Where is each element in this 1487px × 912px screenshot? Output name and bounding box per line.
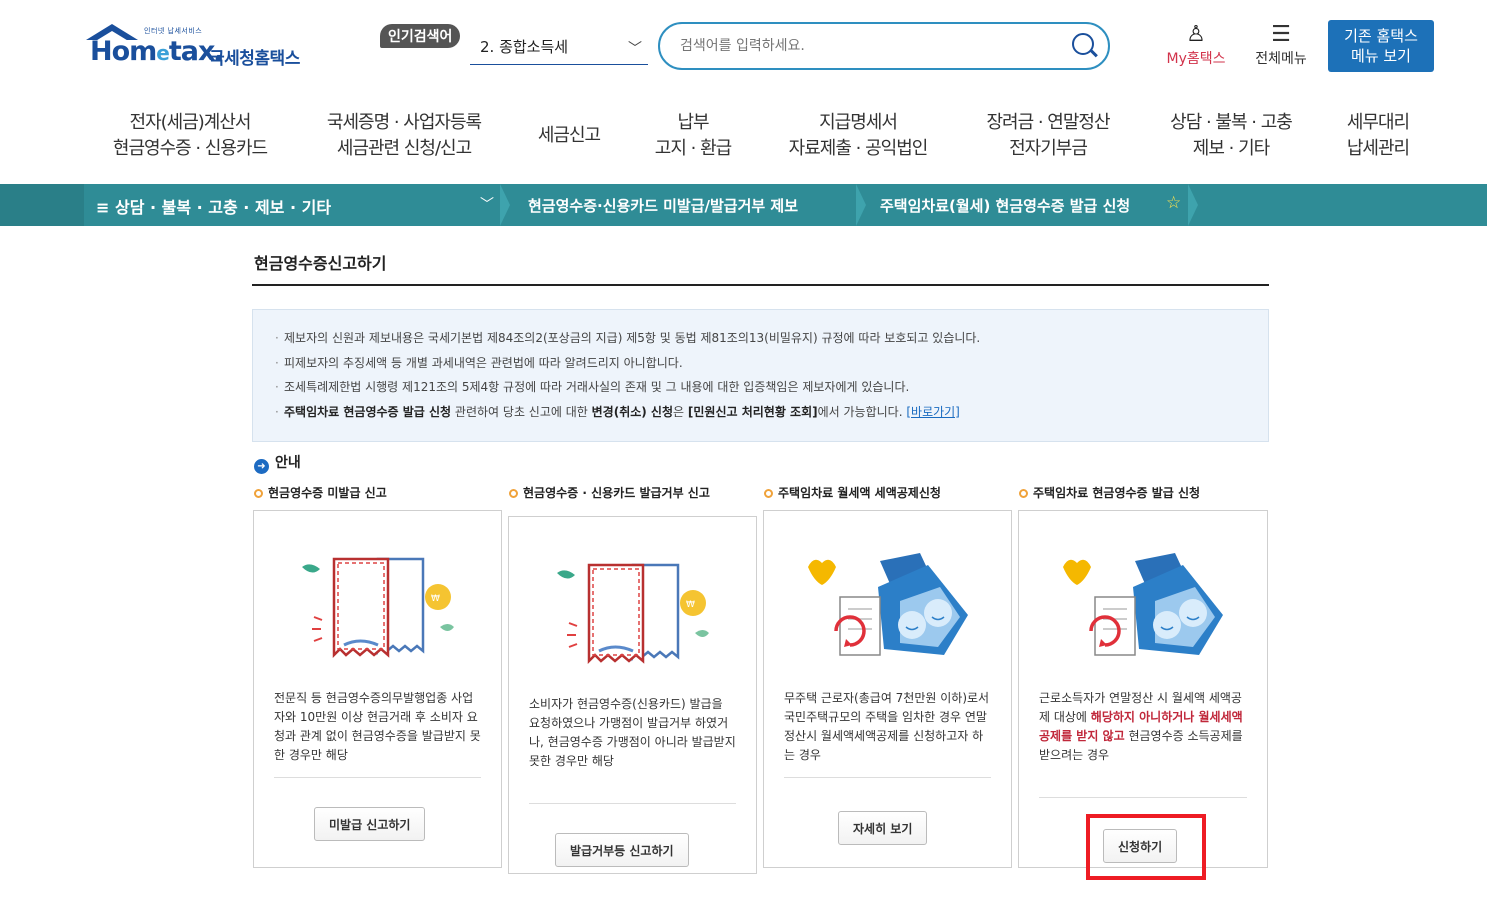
receipt-illustration-icon: ₩ bbox=[557, 563, 709, 665]
card-title-refusal: 현금영수증 · 신용카드 발급거부 신고 bbox=[509, 486, 747, 500]
page-title: 현금영수증신고하기 bbox=[254, 254, 387, 273]
breadcrumb-level1[interactable]: ≡ 상담 · 불복 · 고충 · 제보 · 기타 bbox=[96, 194, 331, 218]
refusal-report-button[interactable]: 발급거부등 신고하기 bbox=[555, 833, 689, 867]
card-description: 소비자가 현금영수증(신용카드) 발급을 요청하였으나 가맹점이 발급거부 하였… bbox=[529, 697, 736, 768]
bullet-icon bbox=[764, 489, 773, 498]
popular-search-select[interactable]: 2. 종합소득세 ﹀ bbox=[470, 30, 648, 65]
gnb-item-incentive[interactable]: 장려금 · 연말정산 전자기부금 bbox=[978, 110, 1118, 162]
card-title-rent-credit: 주택임차료 월세액 세액공제신청 bbox=[764, 486, 1004, 500]
gnb-item-tax-report[interactable]: 세금신고 bbox=[528, 123, 610, 149]
old-hometax-menu-button[interactable]: 기존 홈택스 메뉴 보기 bbox=[1328, 20, 1434, 72]
house-illustration-icon bbox=[1063, 553, 1223, 656]
breadcrumb-separator bbox=[856, 184, 866, 226]
gnb-item-consultation[interactable]: 상담 · 불복 · 고충 제보 · 기타 bbox=[1158, 110, 1304, 162]
chevron-down-icon: ﹀ bbox=[628, 41, 642, 57]
breadcrumb-separator bbox=[1188, 184, 1198, 226]
card-refusal-report: ₩ 소비자가 현금영수증(신용카드) 발급을 요청하였으나 가맹점이 발급거부 … bbox=[508, 516, 757, 874]
guide-heading: ➜ 안내 bbox=[254, 452, 301, 474]
search-icon[interactable] bbox=[1072, 33, 1094, 55]
view-details-button[interactable]: 자세히 보기 bbox=[838, 811, 928, 845]
arrow-circle-icon: ➜ bbox=[254, 459, 269, 474]
gnb-item-payment[interactable]: 납부 고지 · 환급 bbox=[640, 110, 746, 162]
title-divider bbox=[252, 284, 1269, 286]
card-description: 무주택 근로자(총급여 7천만원 이하)로서 국민주택규모의 주택을 임차한 경… bbox=[784, 691, 990, 762]
all-menu-button[interactable]: ☰ 전체메뉴 bbox=[1248, 24, 1314, 68]
user-icon: ♙ bbox=[1186, 22, 1206, 47]
hamburger-icon: ☰ bbox=[1271, 22, 1291, 47]
notice-item: 조세특례제한법 시행령 제121조의 5제4항 규정에 따라 거래사실의 존재 … bbox=[275, 375, 1268, 400]
my-hometax-button[interactable]: ♙ My홈택스 bbox=[1158, 24, 1234, 68]
bullet-icon bbox=[254, 489, 263, 498]
shortcut-link[interactable]: [바로가기] bbox=[906, 405, 960, 419]
popular-search-badge: 인기검색어 bbox=[380, 24, 461, 48]
gnb-item-einvoice[interactable]: 전자(세금)계산서 현금영수증 · 신용카드 bbox=[104, 110, 276, 162]
breadcrumb: ≡ 상담 · 불복 · 고충 · 제보 · 기타 ﹀ 현금영수증·신용카드 미발… bbox=[0, 184, 1487, 226]
gnb-item-statement[interactable]: 지급명세서 자료제출 · 공익법인 bbox=[780, 110, 936, 162]
card-title-unissued: 현금영수증 미발급 신고 bbox=[254, 486, 494, 500]
card-unissued-report: ₩ 전문직 등 현금영수증의무발행업종 사업자와 10만원 이상 현금거래 후 … bbox=[253, 510, 502, 868]
card-title-rent-receipt: 주택임차료 현금영수증 발급 신청 bbox=[1019, 486, 1269, 500]
logo-brand: Hometax. bbox=[90, 36, 225, 67]
search-input[interactable] bbox=[678, 34, 1062, 58]
logo-tagline: 인터넷 납세서비스 bbox=[144, 27, 203, 35]
notice-item: 주택임차료 현금영수증 발급 신청 관련하여 당초 신고에 대한 변경(취소) … bbox=[275, 400, 1268, 425]
notice-box: 제보자의 신원과 제보내용은 국세기본법 제84조의2(포상금의 지급) 제5항… bbox=[252, 309, 1269, 442]
unissued-report-button[interactable]: 미발급 신고하기 bbox=[314, 807, 426, 841]
card-rent-credit: 무주택 근로자(총급여 7천만원 이하)로서 국민주택규모의 주택을 임차한 경… bbox=[763, 510, 1012, 868]
card-description: 전문직 등 현금영수증의무발행업종 사업자와 10만원 이상 현금거래 후 소비… bbox=[274, 691, 481, 762]
card-description: 근로소득자가 연말정산 시 월세액 세액공제 대상에 해당하지 아니하거나 월세… bbox=[1039, 691, 1243, 762]
breadcrumb-separator bbox=[500, 184, 510, 226]
chevron-down-icon[interactable]: ﹀ bbox=[480, 194, 494, 214]
gnb-item-certificate[interactable]: 국세증명 · 사업자등록 세금관련 신청/신고 bbox=[318, 110, 490, 162]
logo-korean-name: 국세청홈택스 bbox=[209, 49, 300, 69]
hometax-logo[interactable]: 인터넷 납세서비스 Hometax. 국세청홈택스 bbox=[84, 22, 324, 72]
notice-item: 제보자의 신원과 제보내용은 국세기본법 제84조의2(포상금의 지급) 제5항… bbox=[275, 326, 1268, 351]
house-illustration-icon bbox=[808, 553, 968, 656]
notice-item: 피제보자의 추징세액 등 개별 과세내역은 관련법에 따라 알려드리지 아니합니… bbox=[275, 351, 1268, 376]
search-box[interactable] bbox=[658, 22, 1110, 70]
breadcrumb-level2[interactable]: 현금영수증·신용카드 미발급/발급거부 제보 bbox=[528, 195, 798, 216]
favorite-star-icon[interactable]: ☆ bbox=[1166, 193, 1181, 213]
svg-text:₩: ₩ bbox=[431, 594, 440, 604]
global-nav: 전자(세금)계산서 현금영수증 · 신용카드 국세증명 · 사업자등록 세금관련 신… bbox=[0, 100, 1487, 184]
breadcrumb-level3: 주택임차료(월세) 현금영수증 발급 신청 bbox=[880, 197, 1131, 215]
svg-text:₩: ₩ bbox=[686, 600, 695, 610]
highlight-box bbox=[1086, 814, 1206, 880]
bullet-icon bbox=[1019, 489, 1028, 498]
gnb-item-agent[interactable]: 세무대리 납세관리 bbox=[1336, 110, 1420, 162]
receipt-illustration-icon: ₩ bbox=[302, 557, 454, 659]
bullet-icon bbox=[509, 489, 518, 498]
